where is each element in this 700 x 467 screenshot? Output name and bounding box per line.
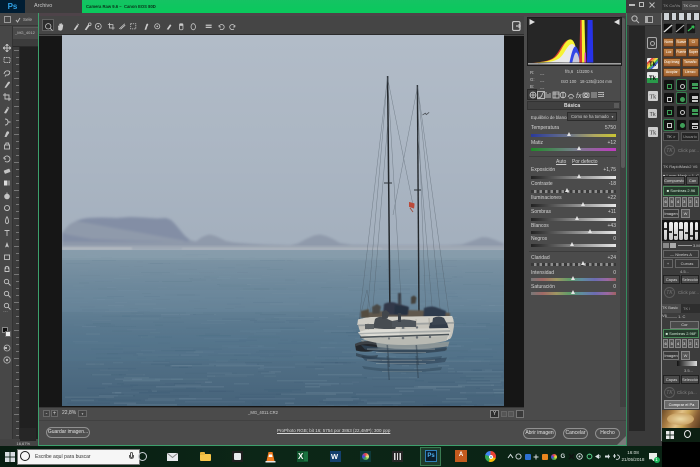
svg-text:fx: fx xyxy=(576,93,582,99)
svg-text:Tk: Tk xyxy=(650,112,656,118)
svg-text:Tk: Tk xyxy=(649,95,656,101)
svg-text:Tk: Tk xyxy=(649,76,657,82)
svg-text:Tk: Tk xyxy=(649,62,657,68)
svg-text:Tk: Tk xyxy=(649,131,656,137)
